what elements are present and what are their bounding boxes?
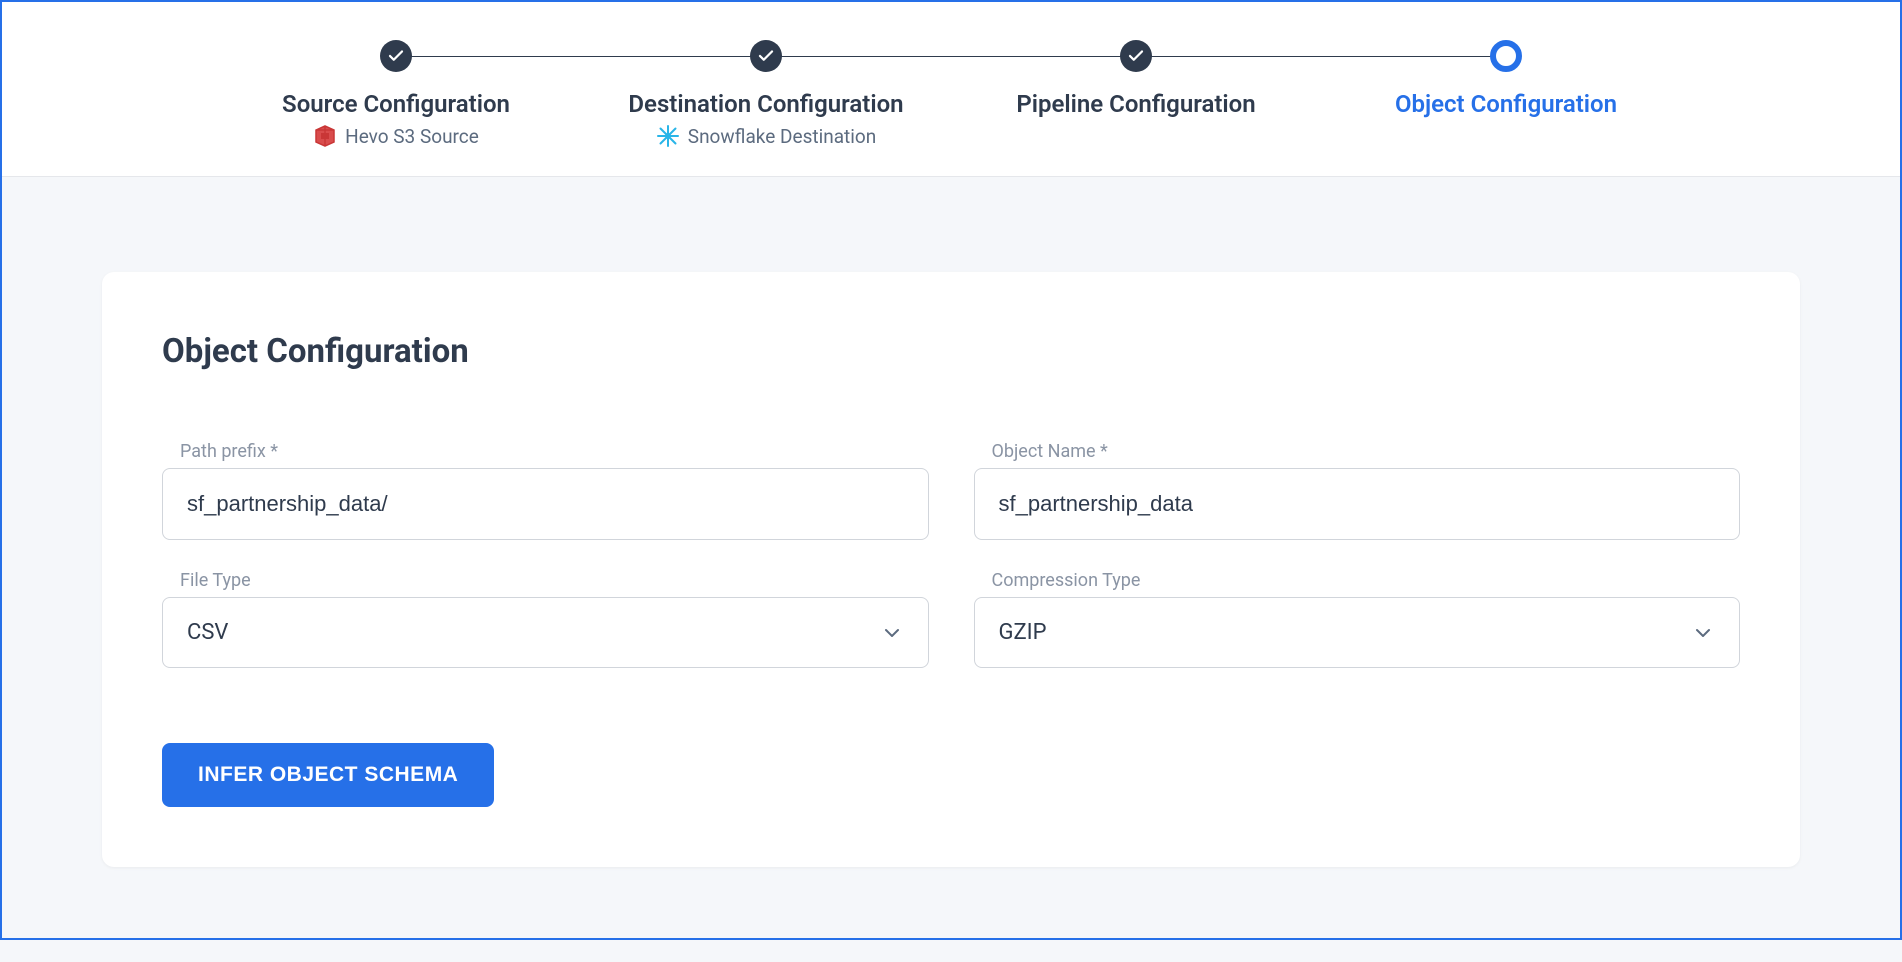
s3-icon <box>313 124 337 148</box>
chevron-down-icon <box>880 621 904 645</box>
form-grid: Path prefix * Object Name * File Type CS… <box>162 441 1740 668</box>
step-sublabel-text: Hevo S3 Source <box>345 125 479 148</box>
object-name-field: Object Name * <box>974 441 1741 540</box>
check-icon <box>387 47 405 65</box>
step-label: Object Configuration <box>1395 90 1617 118</box>
field-control <box>162 468 929 540</box>
step-line <box>766 56 1136 57</box>
stepper-container: Source Configuration Hevo S3 Source Dest… <box>171 40 1731 148</box>
step-circle-active <box>1490 40 1522 72</box>
object-name-input[interactable] <box>974 468 1741 540</box>
step-object-configuration[interactable]: Object Configuration <box>1321 40 1691 118</box>
step-sublabel: Hevo S3 Source <box>313 124 479 148</box>
step-line <box>396 56 766 57</box>
compression-type-value: GZIP <box>999 620 1047 645</box>
file-type-field: File Type CSV <box>162 570 929 668</box>
snowflake-icon <box>656 124 680 148</box>
step-circle-completed <box>1120 40 1152 72</box>
step-circle-completed <box>750 40 782 72</box>
compression-type-field: Compression Type GZIP <box>974 570 1741 668</box>
file-type-value: CSV <box>187 620 228 645</box>
check-icon <box>757 47 775 65</box>
step-label: Pipeline Configuration <box>1016 90 1255 118</box>
infer-object-schema-button[interactable]: INFER OBJECT SCHEMA <box>162 743 494 807</box>
compression-type-label: Compression Type <box>974 570 1741 591</box>
step-line <box>1136 56 1506 57</box>
chevron-down-icon <box>1691 621 1715 645</box>
step-label: Source Configuration <box>282 90 510 118</box>
stepper-header: Source Configuration Hevo S3 Source Dest… <box>2 2 1900 177</box>
path-prefix-input[interactable] <box>162 468 929 540</box>
compression-type-select[interactable]: GZIP <box>974 597 1741 668</box>
step-pipeline-configuration[interactable]: Pipeline Configuration <box>951 40 1321 118</box>
step-label: Destination Configuration <box>628 90 903 118</box>
check-icon <box>1127 47 1145 65</box>
step-circle-completed <box>380 40 412 72</box>
card-title: Object Configuration <box>162 332 1740 371</box>
file-type-select[interactable]: CSV <box>162 597 929 668</box>
step-sublabel-text: Snowflake Destination <box>688 125 876 148</box>
file-type-label: File Type <box>162 570 929 591</box>
object-configuration-card: Object Configuration Path prefix * Objec… <box>102 272 1800 867</box>
step-sublabel: Snowflake Destination <box>656 124 876 148</box>
object-name-label: Object Name * <box>974 441 1741 462</box>
main-content: Object Configuration Path prefix * Objec… <box>2 177 1900 962</box>
step-source-configuration[interactable]: Source Configuration Hevo S3 Source <box>211 40 581 148</box>
field-control <box>974 468 1741 540</box>
path-prefix-field: Path prefix * <box>162 441 929 540</box>
path-prefix-label: Path prefix * <box>162 441 929 462</box>
